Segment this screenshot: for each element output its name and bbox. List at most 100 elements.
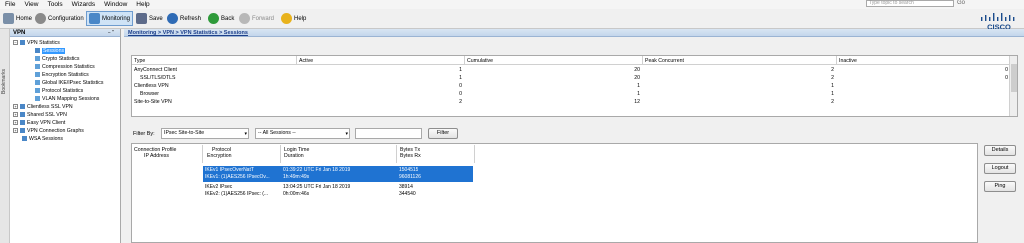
row-encryption: IKEv1: (1)AES256 IPsecOv... [205, 174, 270, 180]
chevron-down-icon: ▾ [345, 131, 348, 137]
filter-type-select[interactable]: IPsec Site-to-Site ▾ [161, 128, 249, 139]
configuration-label: Configuration [48, 15, 84, 22]
folder-icon [20, 104, 25, 109]
table-row[interactable]: SSL/TLS/DTLS 1 20 2 0 [132, 75, 1017, 82]
monitoring-button[interactable]: Monitoring [86, 11, 134, 26]
nav-panel: VPN − " − VPN Statistics Sessions Crypto… [10, 29, 121, 243]
help-button[interactable]: Help [279, 11, 308, 26]
forward-button[interactable]: Forward [237, 11, 276, 26]
column-header-cumulative[interactable]: Cumulative [467, 58, 493, 64]
table-row[interactable]: IKEv2 IPsec IKEv2: (1)AES256 IPsec: (...… [203, 183, 473, 199]
row-peak: 2 [831, 99, 834, 105]
row-active: 1 [459, 75, 462, 81]
bookmarks-label: Bookmarks [1, 69, 7, 95]
logout-button[interactable]: Logout [984, 163, 1016, 174]
table-row[interactable]: Site-to-Site VPN 2 12 2 [132, 99, 1017, 106]
row-type: SSL/TLS/DTLS [140, 75, 176, 81]
column-header-duration[interactable]: Duration [284, 153, 304, 159]
filter-button[interactable]: Filter [428, 128, 458, 139]
back-label: Back [221, 15, 235, 22]
expand-icon[interactable]: + [13, 112, 18, 117]
save-button[interactable]: Save [134, 11, 165, 26]
row-type: Browser [140, 91, 160, 97]
column-header-ip-address[interactable]: IP Address [144, 153, 169, 159]
row-active: 1 [459, 67, 462, 73]
stats-scrollbar[interactable] [1009, 56, 1017, 116]
details-button[interactable]: Details [984, 145, 1016, 156]
tree-item-vpn-statistics[interactable]: − VPN Statistics [13, 39, 60, 46]
column-header-inactive[interactable]: Inactive [839, 58, 857, 64]
tree-item-wsa-sessions[interactable]: WSA Sessions [22, 135, 63, 142]
row-peak: 2 [831, 67, 834, 73]
row-bytes-tx: 38914 [399, 184, 413, 190]
row-cumulative: 1 [637, 83, 640, 89]
go-button[interactable]: Go [957, 0, 965, 6]
menu-view[interactable]: View [24, 1, 38, 8]
expand-icon[interactable]: + [13, 120, 18, 125]
filter-text-input[interactable] [355, 128, 422, 139]
tree-item-clientless-ssl-vpn[interactable]: + Clientless SSL VPN [13, 103, 73, 110]
nav-title: VPN [13, 30, 26, 36]
menu-tools[interactable]: Tools [47, 1, 62, 8]
filter-sessions-select[interactable]: -- All Sessions -- ▾ [255, 128, 350, 139]
configuration-button[interactable]: Configuration [33, 11, 86, 26]
refresh-label: Refresh [180, 15, 202, 22]
table-row[interactable]: Browser 0 1 1 [132, 91, 1017, 98]
row-protocol: IKEv1 IPsecOverNatT [205, 167, 254, 173]
breadcrumb[interactable]: Monitoring > VPN > VPN Statistics > Sess… [124, 29, 1024, 37]
save-label: Save [149, 15, 163, 22]
monitoring-label: Monitoring [102, 15, 131, 22]
folder-icon [20, 40, 25, 45]
column-divider [642, 56, 643, 65]
refresh-button[interactable]: Refresh [165, 11, 203, 26]
row-cumulative: 1 [637, 91, 640, 97]
tree-item-protocol-statistics[interactable]: Protocol Statistics [35, 87, 83, 94]
tree-item-sessions[interactable]: Sessions [35, 47, 66, 54]
column-header-encryption[interactable]: Encryption [207, 153, 232, 159]
back-button[interactable]: Back [206, 11, 236, 26]
expand-icon[interactable]: + [13, 128, 18, 133]
home-button[interactable]: Home [1, 11, 34, 26]
column-header-bytes-rx[interactable]: Bytes Rx [400, 153, 421, 159]
tree-item-vlan-mapping-sessions[interactable]: VLAN Mapping Sessions [35, 95, 99, 102]
bookmarks-strip[interactable]: Bookmarks [0, 29, 10, 243]
column-header-peak-concurrent[interactable]: Peak Concurrent [645, 58, 684, 64]
table-row[interactable]: Clientless VPN 0 1 1 [132, 83, 1017, 90]
expand-icon[interactable]: + [13, 104, 18, 109]
tree-item-compression-statistics[interactable]: Compression Statistics [35, 63, 95, 70]
tree-item-encryption-statistics[interactable]: Encryption Statistics [35, 71, 89, 78]
menu-help[interactable]: Help [136, 1, 149, 8]
table-row[interactable]: AnyConnect Client 1 20 2 0 [132, 67, 1017, 74]
row-bytes-rx: 344540 [399, 191, 416, 197]
row-bytes-rx: 96081126 [399, 174, 421, 180]
tree-item-crypto-statistics[interactable]: Crypto Statistics [35, 55, 79, 62]
tree-item-easy-vpn-client[interactable]: + Easy VPN Client [13, 119, 65, 126]
menu-wizards[interactable]: Wizards [72, 1, 95, 8]
menu-window[interactable]: Window [104, 1, 127, 8]
row-type: Clientless VPN [134, 83, 169, 89]
row-peak: 1 [831, 91, 834, 97]
column-header-active[interactable]: Active [299, 58, 313, 64]
sessions-icon [22, 136, 27, 141]
scrollbar-thumb[interactable] [1011, 64, 1017, 92]
forward-label: Forward [252, 15, 275, 22]
ping-button[interactable]: Ping [984, 181, 1016, 192]
folder-icon [20, 128, 25, 133]
forward-arrow-icon [239, 13, 250, 24]
collapse-icon[interactable]: − [13, 40, 18, 45]
tree-item-shared-ssl-vpn[interactable]: + Shared SSL VPN [13, 111, 67, 118]
tree-item-global-ike-ipsec-statistics[interactable]: Global IKE/IPsec Statistics [35, 79, 103, 86]
row-bytes-tx: 1504515 [399, 167, 419, 173]
search-input[interactable]: Type topic to search [866, 0, 954, 7]
row-login-time: 01:39:22 UTC Fri Jan 18 2019 [283, 167, 351, 173]
column-header-type[interactable]: Type [134, 58, 145, 64]
row-inactive: 0 [1005, 75, 1008, 81]
filter-bar: Filter By: IPsec Site-to-Site ▾ -- All S… [131, 128, 631, 140]
table-row[interactable]: IKEv1 IPsecOverNatT IKEv1: (1)AES256 IPs… [202, 165, 474, 183]
menu-file[interactable]: File [5, 1, 15, 8]
column-divider [280, 145, 281, 163]
row-duration: 0h:00m:46s [283, 191, 310, 197]
tree-item-vpn-connection-graphs[interactable]: + VPN Connection Graphs [13, 127, 84, 134]
stats-icon [35, 80, 40, 85]
pin-icon[interactable]: − " [108, 29, 114, 37]
